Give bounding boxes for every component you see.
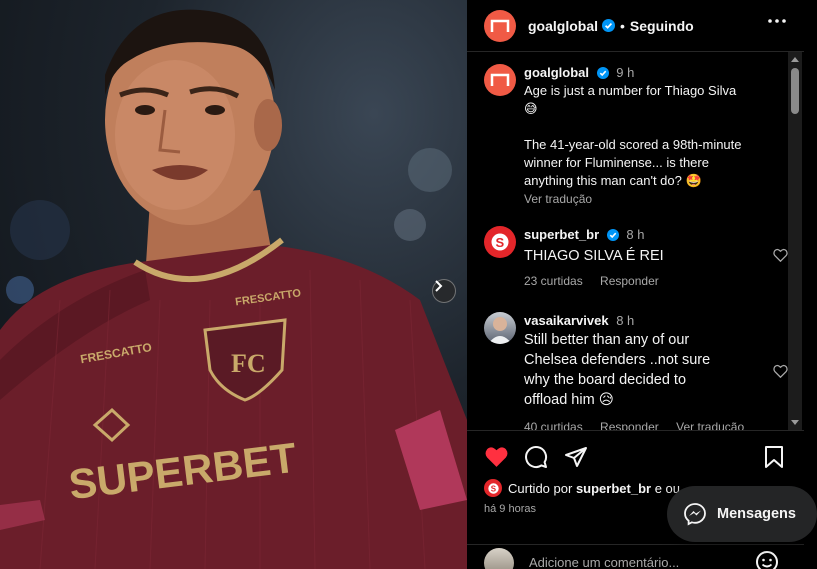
scroll-down-arrow[interactable]	[791, 420, 799, 425]
user-avatar-icon	[488, 317, 512, 344]
caption-line: anything this man can't do? 🤩	[524, 173, 702, 188]
verified-badge-icon	[602, 19, 615, 32]
comment-text-line: offload him 😥	[524, 392, 614, 408]
heart-icon[interactable]	[773, 364, 788, 378]
superbet-logo-icon: S	[487, 482, 499, 494]
messenger-icon	[684, 503, 706, 526]
caption-time: 9 h	[616, 65, 635, 80]
carousel-next-button[interactable]	[432, 279, 456, 303]
post-photo: FC SUPERBET FRESCATTO FRESCATTO	[0, 0, 467, 569]
post-caption: goalglobal 9 h Age is just a number for …	[484, 64, 794, 208]
likes-user-link[interactable]: superbet_br	[576, 481, 651, 496]
comment-username[interactable]: superbet_br	[524, 227, 599, 242]
caption-line: Age is just a number for Thiago Silva	[524, 83, 737, 98]
caption-line: winner for Fluminense... is there	[524, 155, 709, 170]
likes-prefix: Curtido por	[508, 480, 573, 496]
scroll-thumb[interactable]	[791, 68, 799, 114]
comment-likes[interactable]: 40 curtidas	[524, 420, 583, 430]
comments-scrollbar[interactable]	[788, 52, 802, 430]
comment-text-line: Chelsea defenders ..not sure	[524, 352, 711, 368]
author-avatar[interactable]	[484, 9, 516, 42]
chevron-right-icon	[435, 280, 443, 292]
player-illustration: FC SUPERBET FRESCATTO FRESCATTO	[0, 9, 467, 569]
follow-status-button[interactable]: Seguindo	[630, 18, 694, 34]
save-icon[interactable]	[764, 445, 784, 469]
share-icon[interactable]	[564, 445, 588, 469]
comment-translate-link[interactable]: Ver tradução	[676, 420, 744, 430]
messages-button[interactable]: Mensagens	[667, 486, 817, 542]
goal-logo-icon	[490, 19, 510, 32]
superbet-logo-icon: S	[491, 233, 509, 251]
caption-avatar[interactable]	[484, 64, 516, 96]
scroll-up-arrow[interactable]	[791, 57, 799, 62]
comment-reply-button[interactable]: Responder	[600, 274, 659, 288]
svg-text:S: S	[496, 235, 505, 250]
comment-likes[interactable]: 23 curtidas	[524, 274, 583, 288]
comment-time: 8 h	[626, 227, 645, 242]
comment-item: vasaikarvivek 8 h Still better than any …	[484, 312, 794, 430]
post-header: goalglobal • Seguindo	[467, 0, 804, 52]
caption-username[interactable]: goalglobal	[524, 65, 589, 80]
emoji-icon[interactable]	[755, 550, 779, 569]
current-user-avatar	[484, 548, 514, 569]
goal-logo-icon	[490, 73, 510, 86]
more-options-icon[interactable]	[768, 19, 786, 23]
comment-avatar[interactable]: S	[484, 226, 516, 258]
caption-translate-link[interactable]: Ver tradução	[524, 190, 794, 208]
caption-line: The 41-year-old scored a 98th-minute	[524, 137, 742, 152]
author-username[interactable]: goalglobal	[528, 18, 598, 34]
caption-line: 😅	[524, 101, 538, 116]
liker-avatar[interactable]: S	[484, 479, 502, 497]
comment-text: THIAGO SILVA É REI	[524, 248, 664, 264]
separator-dot: •	[620, 17, 625, 34]
post-timestamp: há 9 horas	[484, 503, 536, 515]
post-side-panel: goalglobal • Seguindo goalglobal 9 h Age…	[467, 0, 817, 569]
messages-label: Mensagens	[717, 506, 796, 522]
comment-avatar[interactable]	[484, 312, 516, 344]
comment-item: S superbet_br 8 h THIAGO SILVA É REI 23 …	[484, 226, 794, 290]
comment-reply-button[interactable]: Responder	[600, 420, 659, 430]
verified-badge-icon	[596, 67, 609, 79]
comments-list[interactable]: goalglobal 9 h Age is just a number for …	[467, 52, 804, 430]
verified-badge-icon	[606, 229, 619, 241]
svg-text:S: S	[490, 484, 495, 493]
svg-text:FC: FC	[231, 349, 266, 378]
heart-icon[interactable]	[773, 248, 788, 262]
comment-text-line: why the board decided to	[524, 372, 687, 388]
comment-icon[interactable]	[524, 445, 548, 469]
like-heart-icon[interactable]	[484, 445, 509, 468]
likes-summary: S Curtido por superbet_br e ou	[484, 479, 680, 497]
add-comment-input[interactable]: Adicione um comentário...	[529, 555, 679, 569]
comment-text-line: Still better than any of our	[524, 332, 690, 348]
add-comment-bar: Adicione um comentário...	[467, 544, 804, 569]
comment-username[interactable]: vasaikarvivek	[524, 313, 609, 328]
comment-time: 8 h	[616, 313, 635, 328]
